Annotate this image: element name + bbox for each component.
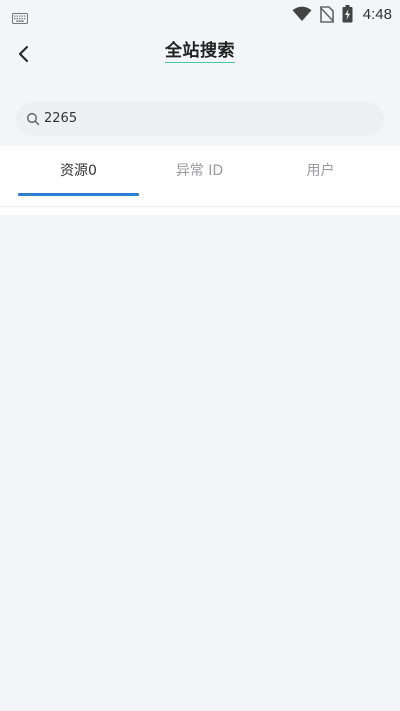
- tab-users[interactable]: 用户: [260, 146, 381, 196]
- status-icons: 4:48: [292, 0, 392, 28]
- clock: 4:48: [362, 5, 392, 23]
- wifi-icon: [292, 6, 312, 22]
- keyboard-icon: [12, 9, 28, 28]
- page-title-text: 全站搜索: [165, 41, 235, 63]
- page-title: 全站搜索: [0, 41, 400, 63]
- search-input[interactable]: 2265: [16, 102, 384, 136]
- tab-bar: 资源0 异常 ID 用户: [0, 146, 400, 207]
- no-sim-icon: [319, 5, 334, 23]
- status-bar: 4:48: [0, 0, 400, 28]
- search-query-text: 2265: [44, 111, 78, 126]
- tab-divider-strip: [0, 207, 400, 215]
- battery-charging-icon: [342, 5, 353, 23]
- active-tab-indicator: [18, 193, 139, 196]
- results-area: [0, 215, 400, 711]
- tab-abnormal-id[interactable]: 异常 ID: [139, 146, 260, 196]
- tab-resources[interactable]: 资源0: [18, 146, 139, 196]
- search-icon: [27, 113, 40, 126]
- app-header: 全站搜索: [0, 28, 400, 80]
